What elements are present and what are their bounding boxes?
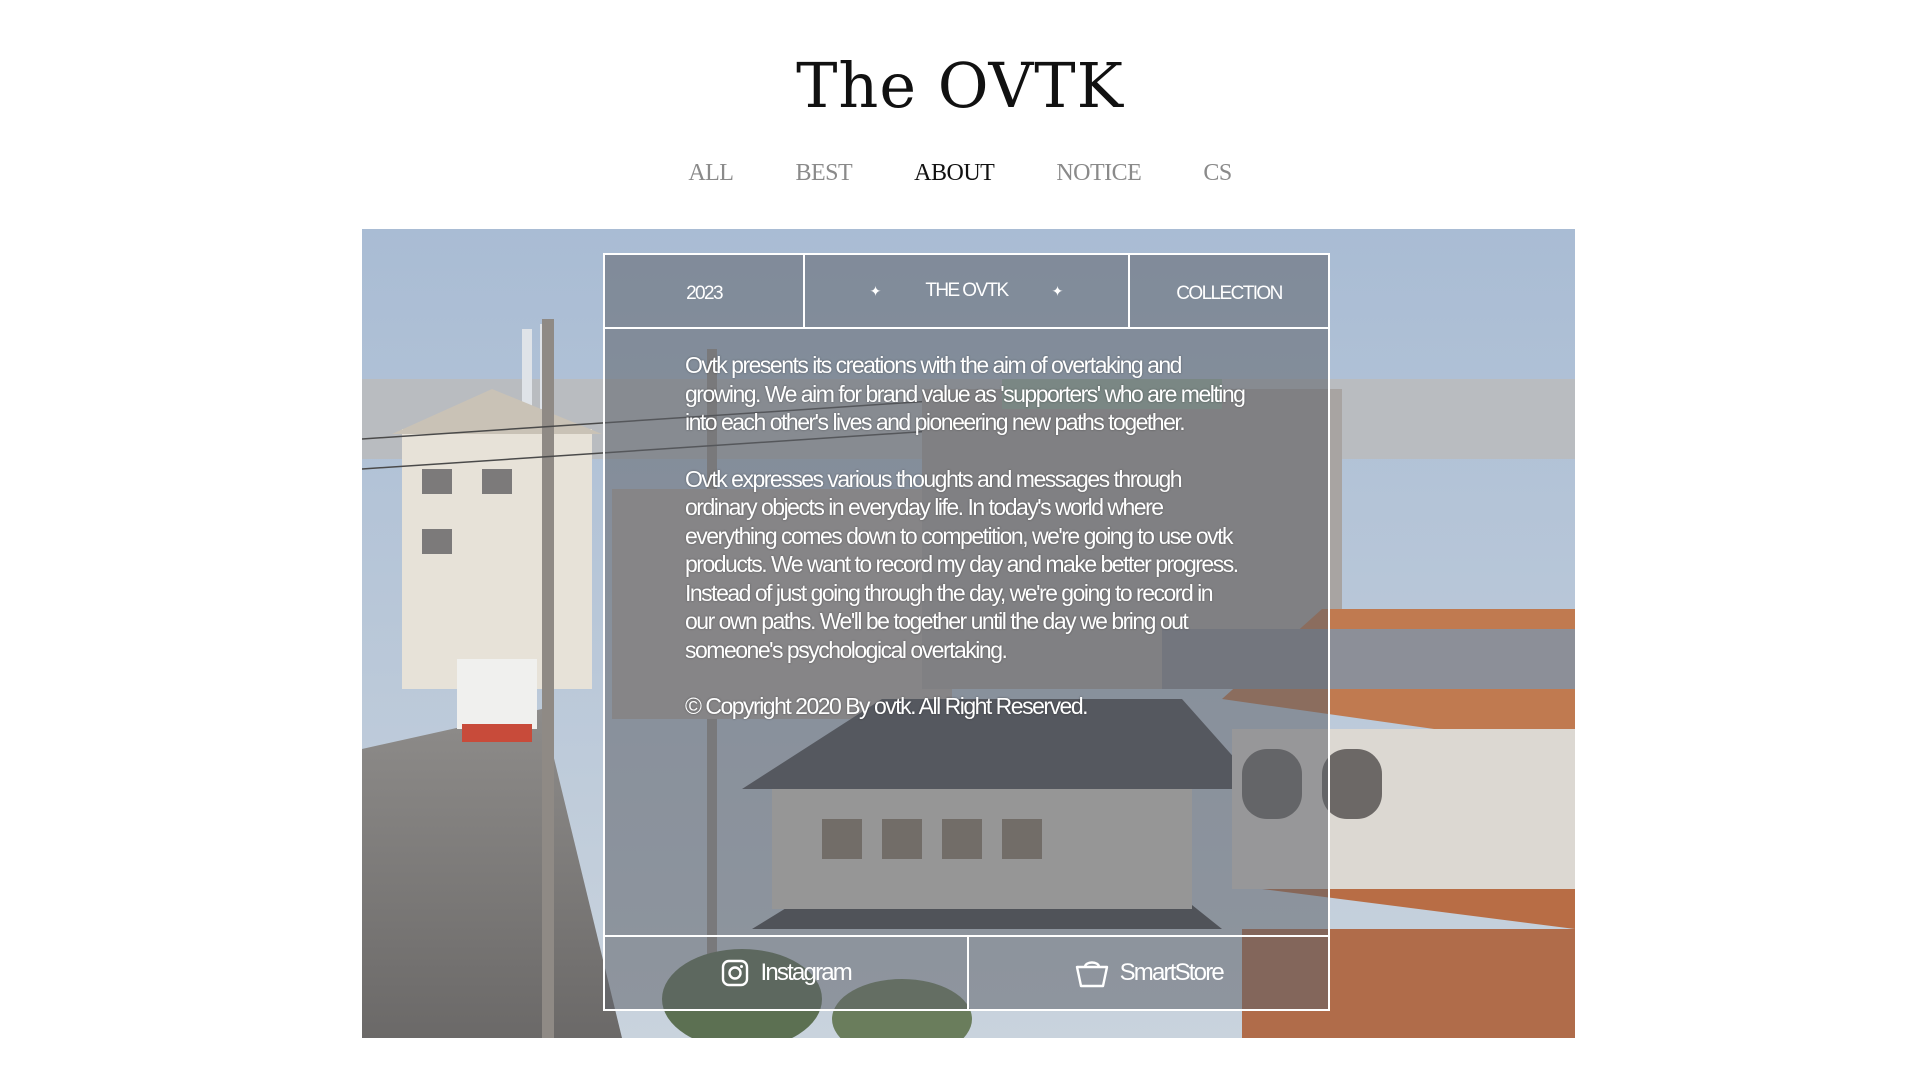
brand-label: THE OVTK xyxy=(925,280,1009,301)
four-point-star-icon: ✦ xyxy=(1051,282,1064,299)
about-text: Ovtk presents its creations with the aim… xyxy=(685,351,1246,749)
year-cell: 2023 xyxy=(605,255,805,327)
about-page: The OVTK ALL BEST ABOUT NOTICE CS 2023 ✦… xyxy=(0,0,1920,1080)
nav-item-about[interactable]: ABOUT xyxy=(914,158,995,188)
collection-cell: COLLECTION xyxy=(1176,283,1283,304)
mission-paragraph: Ovtk expresses various thoughts and mess… xyxy=(685,465,1239,663)
panel-links: Instagram SmartStore xyxy=(605,935,1328,1009)
intro-paragraph: Ovtk presents its creations with the aim… xyxy=(685,352,1246,435)
brand-cell: ✦ THE OVTK ✦ xyxy=(805,255,1130,327)
instagram-icon xyxy=(722,959,749,987)
nav-item-best[interactable]: BEST xyxy=(795,158,852,188)
copyright-text: © Copyright 2020 By ovtk. All Right Rese… xyxy=(685,693,1089,719)
panel-header: 2023 ✦ THE OVTK ✦ COLLECTION xyxy=(605,255,1328,329)
site-logo[interactable]: The OVTK xyxy=(0,46,1920,126)
shopping-basket-icon xyxy=(1075,961,1108,988)
smartstore-link[interactable]: SmartStore xyxy=(966,937,1329,1009)
instagram-link[interactable]: Instagram xyxy=(605,937,967,1009)
nav-item-cs[interactable]: CS xyxy=(1203,158,1232,188)
smartstore-label: SmartStore xyxy=(1119,959,1225,986)
main-nav: ALL BEST ABOUT NOTICE CS xyxy=(0,158,1920,188)
four-point-star-icon: ✦ xyxy=(869,282,882,299)
instagram-label: Instagram xyxy=(760,959,852,986)
nav-item-all[interactable]: ALL xyxy=(688,158,734,188)
about-panel: 2023 ✦ THE OVTK ✦ COLLECTION Ovtk presen… xyxy=(603,253,1330,1011)
nav-item-notice[interactable]: NOTICE xyxy=(1056,158,1141,188)
